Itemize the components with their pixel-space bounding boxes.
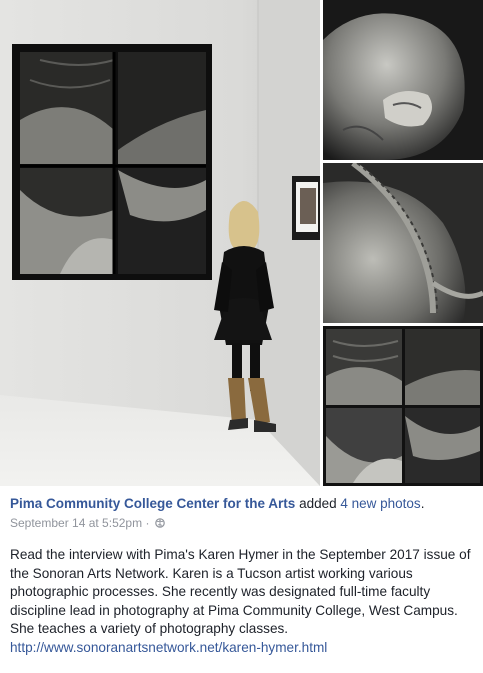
photo-artist-with-artwork[interactable]	[0, 0, 320, 486]
poster-line: Pima Community College Center for the Ar…	[10, 495, 475, 513]
period: .	[420, 496, 425, 511]
post-timestamp[interactable]: September 14 at 5:52pm	[10, 516, 142, 530]
article-link[interactable]: http://www.sonoranartsnetwork.net/karen-…	[10, 640, 327, 655]
photo-gallery	[0, 0, 483, 486]
photos-count-link[interactable]: 4 new photos	[340, 496, 420, 511]
post-body: Read the interview with Pima's Karen Hym…	[10, 546, 475, 657]
photo-closeup-shoulder[interactable]	[323, 163, 483, 323]
page-name-link[interactable]: Pima Community College Center for the Ar…	[10, 496, 295, 511]
post-header: Pima Community College Center for the Ar…	[10, 495, 475, 531]
globe-icon[interactable]	[154, 516, 165, 528]
photo-four-panel-print[interactable]	[323, 326, 483, 486]
added-text: added	[299, 496, 337, 511]
post-meta: September 14 at 5:52pm ·	[10, 515, 475, 531]
meta-separator: ·	[145, 516, 150, 530]
post-message: Read the interview with Pima's Karen Hym…	[10, 547, 471, 636]
photo-closeup-hand[interactable]	[323, 0, 483, 160]
